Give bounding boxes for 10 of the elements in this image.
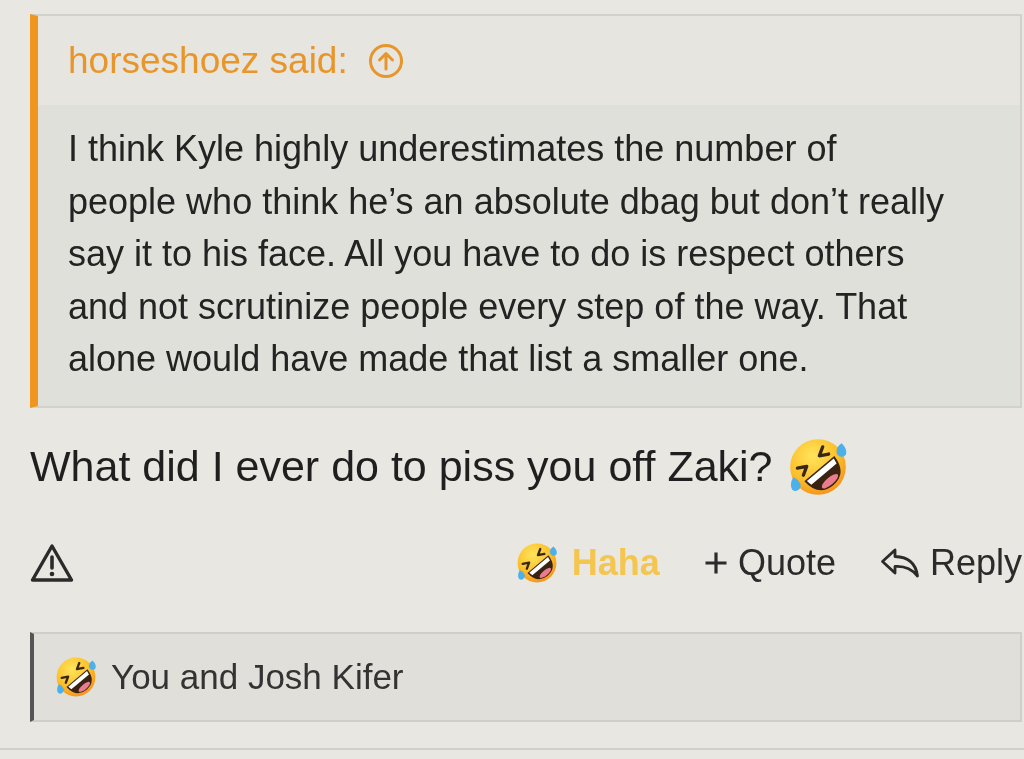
- report-button[interactable]: [30, 542, 74, 583]
- reactions-text[interactable]: You and Josh Kifer: [111, 656, 404, 697]
- warning-icon: [30, 542, 74, 583]
- reply-button[interactable]: Reply: [879, 541, 1022, 584]
- message-text: What did I ever do to piss you off Zaki?: [30, 442, 773, 491]
- quote-text: I think Kyle highly underestimates the number of people who think he’s an absolute dbag but don’t really say it to his face. All you have to do is respect others and not scrutinize people every step of the way. That alone would have made that list a smaller one.: [68, 127, 945, 381]
- reply-arrow-icon: [879, 546, 920, 579]
- plus-icon: [703, 550, 728, 575]
- quote-button[interactable]: Quote: [703, 541, 836, 584]
- reactions-bar[interactable]: You and Josh Kifer: [30, 631, 1022, 722]
